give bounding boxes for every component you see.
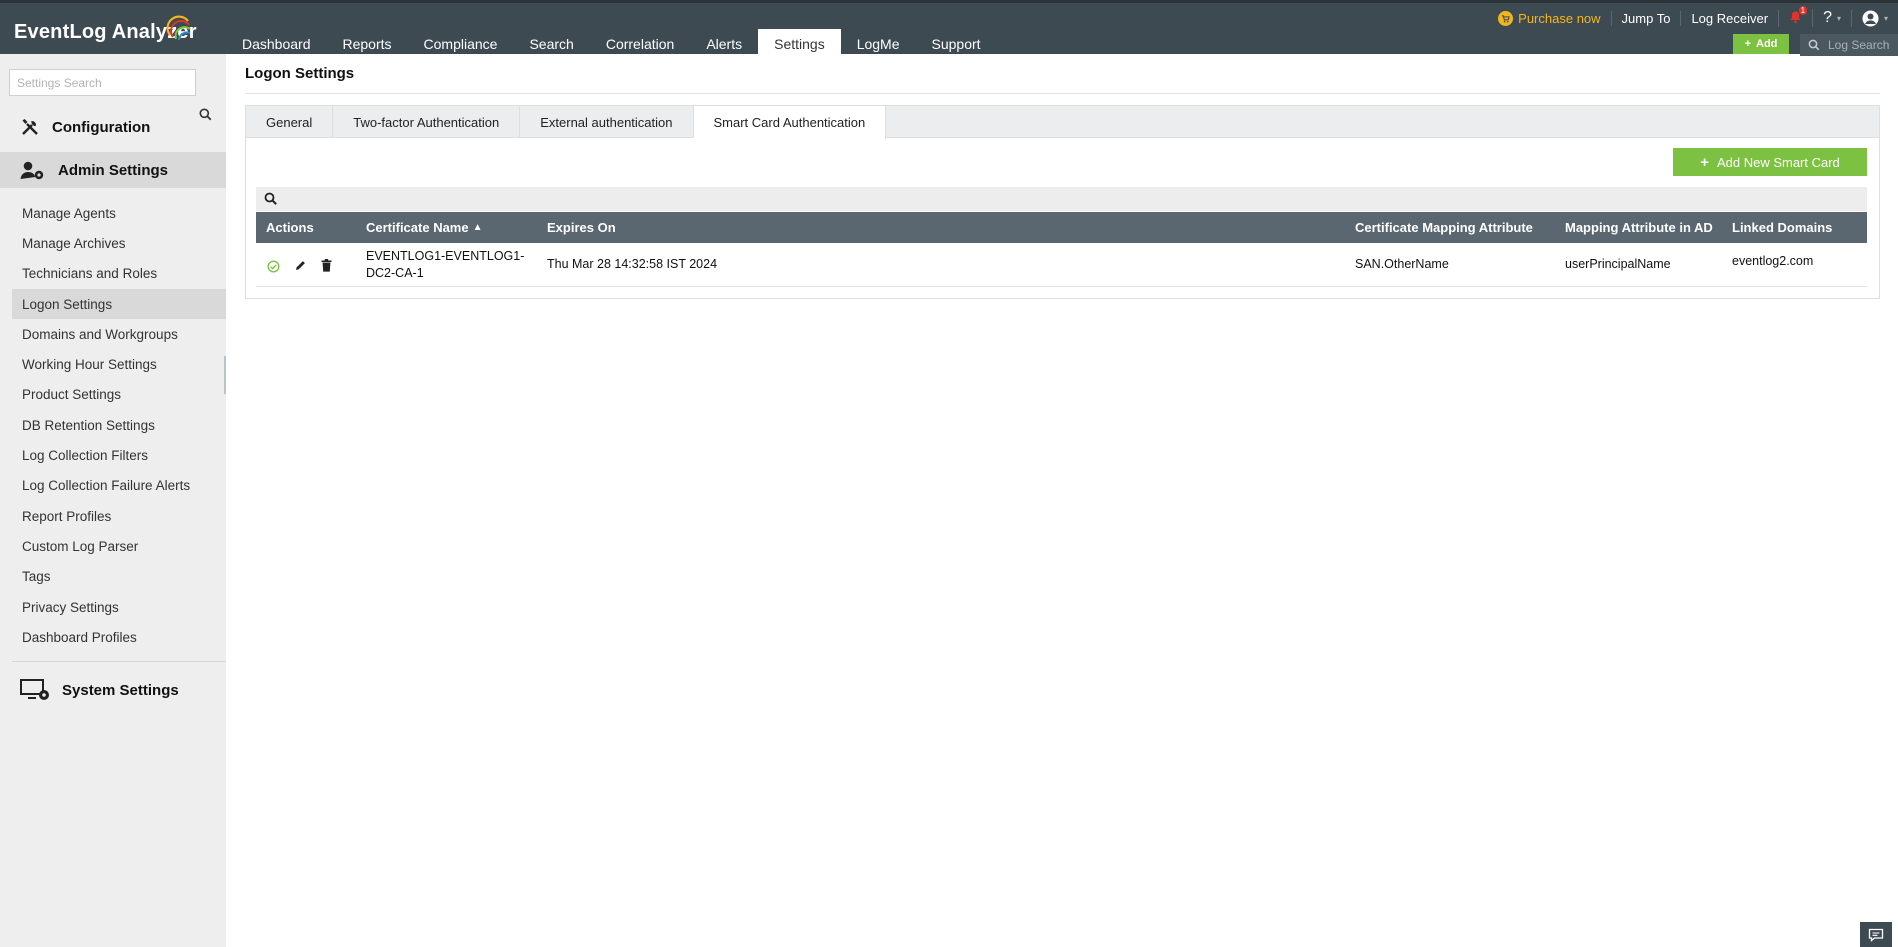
- purchase-now-label: Purchase now: [1518, 10, 1601, 26]
- sidebar-scrollbar[interactable]: [224, 356, 226, 394]
- sidebar-section-configuration[interactable]: Configuration: [0, 109, 226, 145]
- sidebar-item-privacy-settings[interactable]: Privacy Settings: [12, 592, 226, 622]
- sidebar-item-working-hour-settings[interactable]: Working Hour Settings: [12, 349, 226, 379]
- logo-swirl-icon: [166, 15, 191, 41]
- tab-two-factor-authentication[interactable]: Two-factor Authentication: [333, 106, 521, 138]
- tab-general[interactable]: General: [246, 106, 334, 138]
- nav-tab-reports[interactable]: Reports: [327, 29, 408, 57]
- nav-tab-correlation[interactable]: Correlation: [590, 29, 690, 57]
- nav-tab-settings[interactable]: Settings: [758, 29, 841, 57]
- sidebar-item-manage-agents[interactable]: Manage Agents: [12, 198, 226, 228]
- edit-pencil-icon[interactable]: [294, 259, 307, 272]
- user-avatar-icon: [1862, 10, 1879, 26]
- sort-ascending-icon: ▲: [472, 222, 483, 233]
- sidebar-item-report-profiles[interactable]: Report Profiles: [12, 501, 226, 531]
- log-receiver-link[interactable]: Log Receiver: [1680, 10, 1778, 26]
- cell-mapping-attribute: SAN.OtherName: [1355, 257, 1449, 271]
- certificate-name-line-2: DC2-CA-1: [366, 266, 424, 280]
- plus-icon: +: [1744, 38, 1752, 50]
- sidebar-item-db-retention-settings[interactable]: DB Retention Settings: [12, 410, 226, 440]
- sidebar-item-product-settings[interactable]: Product Settings: [12, 380, 226, 410]
- sidebar-section-admin-settings[interactable]: Admin Settings: [0, 152, 226, 188]
- column-header-certificate-name[interactable]: Certificate Name ▲: [366, 212, 483, 243]
- certificate-name-header-label: Certificate Name: [366, 220, 469, 235]
- tools-icon: [22, 119, 38, 135]
- table-header: Actions Certificate Name ▲ Expires On Ce…: [256, 212, 1867, 243]
- chevron-down-icon: ▾: [1836, 13, 1841, 23]
- user-menu-button[interactable]: ▾: [1850, 9, 1898, 27]
- column-header-actions: Actions: [266, 220, 314, 235]
- admin-settings-list: Manage Agents Manage Archives Technician…: [12, 198, 226, 652]
- sidebar-item-manage-archives[interactable]: Manage Archives: [12, 228, 226, 258]
- settings-search-input[interactable]: [10, 70, 195, 95]
- log-search-box: [1800, 34, 1898, 56]
- nav-tab-compliance[interactable]: Compliance: [408, 29, 514, 57]
- admin-settings-label: Admin Settings: [58, 161, 169, 179]
- top-bar: EventLog Analyzer Dashboard Reports Comp…: [0, 0, 1898, 57]
- column-header-mapping-attribute-in-ad[interactable]: Mapping Attribute in AD: [1565, 212, 1713, 243]
- sidebar-item-logon-settings[interactable]: Logon Settings: [12, 288, 226, 320]
- table-filter-bar: [256, 187, 1867, 211]
- chat-bubble-icon: [1868, 928, 1884, 942]
- cell-certificate-name: EVENTLOG1-EVENTLOG1- DC2-CA-1: [366, 248, 524, 282]
- nav-tab-dashboard[interactable]: Dashboard: [226, 29, 327, 57]
- log-search-input[interactable]: [1828, 38, 1898, 52]
- enable-check-icon[interactable]: [267, 260, 280, 273]
- nav-tab-search[interactable]: Search: [513, 29, 589, 57]
- certificate-name-line-1: EVENTLOG1-EVENTLOG1-: [366, 249, 525, 263]
- nav-tab-support[interactable]: Support: [916, 29, 997, 57]
- sidebar-item-log-collection-failure-alerts[interactable]: Log Collection Failure Alerts: [12, 471, 226, 501]
- system-settings-label: System Settings: [62, 681, 179, 699]
- column-header-linked-domains[interactable]: Linked Domains: [1732, 212, 1832, 243]
- smart-card-table: Actions Certificate Name ▲ Expires On Ce…: [256, 212, 1867, 287]
- notifications-button[interactable]: 1: [1778, 5, 1812, 27]
- title-divider: [245, 93, 1880, 94]
- notification-count: 1: [1798, 5, 1808, 15]
- tab-external-authentication[interactable]: External authentication: [520, 106, 694, 138]
- logon-settings-tabs: General Two-factor Authentication Extern…: [246, 106, 1879, 139]
- table-row: EVENTLOG1-EVENTLOG1- DC2-CA-1 Thu Mar 28…: [256, 243, 1867, 287]
- sidebar: Configuration Admin Settings Manage Agen…: [0, 54, 226, 947]
- search-icon: [1808, 39, 1820, 51]
- chevron-down-icon: ▾: [1883, 13, 1888, 23]
- sidebar-divider: [12, 661, 226, 662]
- sidebar-item-domains-and-workgroups[interactable]: Domains and Workgroups: [12, 319, 226, 349]
- bell-icon: 1: [1789, 5, 1808, 27]
- top-links: Purchase now Jump To Log Receiver 1 ? ▾ …: [1488, 5, 1898, 29]
- help-label: ?: [1823, 9, 1832, 26]
- sidebar-item-tags[interactable]: Tags: [12, 562, 226, 592]
- help-button[interactable]: ? ▾: [1812, 9, 1851, 27]
- monitor-gear-icon: [20, 679, 49, 700]
- sidebar-section-system-settings[interactable]: System Settings: [0, 672, 226, 708]
- column-header-expires-on[interactable]: Expires On: [547, 212, 616, 243]
- main-nav: Dashboard Reports Compliance Search Corr…: [226, 29, 997, 57]
- sidebar-item-dashboard-profiles[interactable]: Dashboard Profiles: [12, 622, 226, 652]
- settings-search-box: [9, 69, 196, 96]
- sidebar-item-technicians-and-roles[interactable]: Technicians and Roles: [12, 259, 226, 289]
- tab-smart-card-authentication[interactable]: Smart Card Authentication: [693, 106, 887, 139]
- chat-button[interactable]: [1860, 922, 1892, 947]
- delete-trash-icon[interactable]: [321, 259, 332, 272]
- page-title: Logon Settings: [245, 65, 355, 82]
- admin-user-icon: [20, 161, 44, 180]
- cell-linked-domains: eventlog2.com: [1732, 254, 1814, 268]
- cell-expires-on: Thu Mar 28 14:32:58 IST 2024: [547, 257, 718, 271]
- cell-mapping-attribute-in-ad: userPrincipalName: [1565, 257, 1671, 271]
- sidebar-item-log-collection-filters[interactable]: Log Collection Filters: [12, 440, 226, 470]
- cart-icon: [1498, 10, 1514, 26]
- add-new-smart-card-label: Add New Smart Card: [1716, 154, 1840, 170]
- column-header-certificate-mapping-attribute[interactable]: Certificate Mapping Attribute: [1355, 212, 1533, 243]
- add-button[interactable]: + Add: [1733, 34, 1789, 54]
- configuration-label: Configuration: [52, 118, 151, 136]
- nav-tab-alerts[interactable]: Alerts: [690, 29, 758, 57]
- nav-tab-logme[interactable]: LogMe: [841, 29, 916, 57]
- jump-to-link[interactable]: Jump To: [1610, 10, 1681, 26]
- plus-icon: +: [1700, 153, 1709, 171]
- purchase-now-link[interactable]: Purchase now: [1488, 10, 1610, 26]
- search-filter-icon[interactable]: [264, 192, 278, 206]
- sidebar-item-custom-log-parser[interactable]: Custom Log Parser: [12, 531, 226, 561]
- add-new-smart-card-button[interactable]: + Add New Smart Card: [1673, 148, 1867, 176]
- add-button-label: Add: [1756, 38, 1778, 50]
